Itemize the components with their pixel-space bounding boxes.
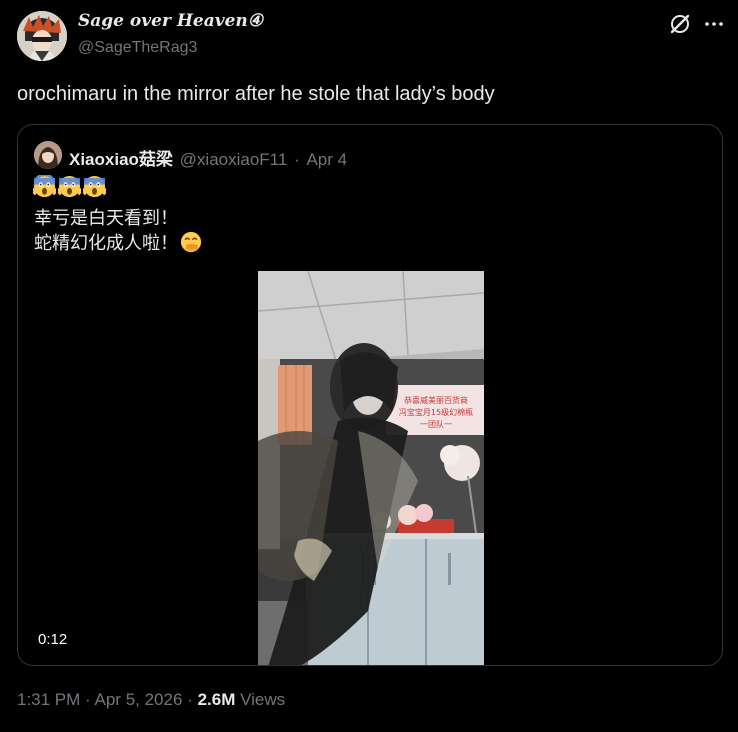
face-with-hand-over-mouth-icon — [180, 231, 202, 253]
view-count: 2.6M — [197, 690, 236, 709]
face-screaming-in-fear-icon — [32, 173, 57, 198]
quoted-tweet-line-2: 幸亏是白天看到！ — [34, 208, 178, 228]
banner-line-1: 恭喜威美丽百货商 — [404, 395, 468, 405]
author-handle[interactable]: @SageTheRag3 — [78, 39, 197, 57]
quoted-tweet-date[interactable]: Apr 4 — [306, 150, 347, 169]
meta-separator: · — [85, 690, 91, 709]
quoted-author-name[interactable]: Xiaoxiao菇梁 — [69, 150, 173, 169]
meta-separator: · — [187, 690, 193, 709]
tweet-text: orochimaru in the mirror after he stole … — [17, 83, 495, 105]
banner-line-3: 一团队一 — [420, 419, 452, 429]
tweet-meta: 1:31 PM · Apr 5, 2026 · 2.6M Views — [17, 690, 285, 710]
author-display-name[interactable]: Sage over Heaven④ — [78, 11, 263, 31]
emoji-line — [32, 173, 107, 203]
tweet-date[interactable]: Apr 5, 2026 — [95, 690, 183, 709]
quoted-author-avatar[interactable] — [34, 141, 62, 169]
quoted-tweet-line-3: 蛇精幻化成人啦！ — [34, 233, 178, 253]
banner-line-2: 冯宝宝月15级幻棉瓶 — [399, 407, 473, 417]
quoted-tweet-line-3-wrapper: 蛇精幻化成人啦！ — [34, 229, 202, 255]
quoted-tweet-header: Xiaoxiao菇梁 @xiaoxiaoF11 · Apr 4 — [69, 145, 347, 170]
author-avatar[interactable] — [17, 11, 67, 61]
grok-icon[interactable] — [668, 12, 692, 36]
quoted-author-handle[interactable]: @xiaoxiaoF11 — [180, 150, 288, 169]
meta-separator: · — [294, 150, 300, 169]
more-dots-icon[interactable] — [702, 12, 726, 36]
video-duration: 0:12 — [38, 631, 68, 648]
face-screaming-in-fear-icon — [57, 175, 82, 198]
tweet-time[interactable]: 1:31 PM — [17, 690, 80, 709]
video-player[interactable]: 恭喜威美丽百货商 冯宝宝月15级幻棉瓶 一团队一 — [258, 271, 484, 665]
views-label: Views — [240, 690, 286, 709]
quoted-tweet-card[interactable]: Xiaoxiao菇梁 @xiaoxiaoF11 · Apr 4 幸亏是白天看到！… — [17, 124, 723, 666]
face-screaming-in-fear-icon — [82, 175, 107, 198]
